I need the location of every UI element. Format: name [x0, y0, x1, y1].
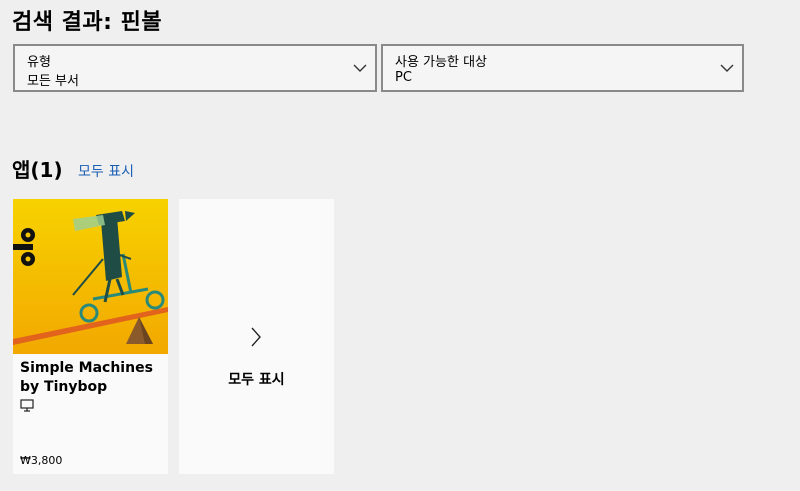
show-all-card-label: 모두 표시: [228, 372, 285, 388]
type-filter-dropdown[interactable]: 유형 모든 부서: [13, 44, 377, 92]
page-title: 검색 결과: 핀볼: [12, 10, 163, 35]
availability-filter-label: 사용 가능한 대상: [395, 55, 487, 70]
app-name: Simple Machines by Tinybop: [20, 360, 153, 395]
chevron-down-icon: [720, 64, 734, 72]
chevron-down-icon: [353, 64, 367, 72]
app-thumbnail: [13, 199, 168, 354]
availability-filter-value: PC: [395, 70, 412, 85]
app-price: ₩3,800: [20, 454, 63, 467]
pc-icon: [20, 399, 34, 412]
apps-section-title: 앱(1): [12, 158, 63, 182]
type-filter-label: 유형: [27, 55, 51, 70]
show-all-apps-link[interactable]: 모두 표시: [78, 161, 134, 181]
type-filter-value: 모든 부서: [27, 74, 79, 89]
app-card-simple-machines[interactable]: Simple Machines by Tinybop ₩3,800: [13, 199, 168, 474]
availability-filter-dropdown[interactable]: 사용 가능한 대상 PC: [381, 44, 744, 92]
chevron-right-icon: [251, 327, 261, 347]
show-all-card[interactable]: 모두 표시: [179, 199, 334, 474]
